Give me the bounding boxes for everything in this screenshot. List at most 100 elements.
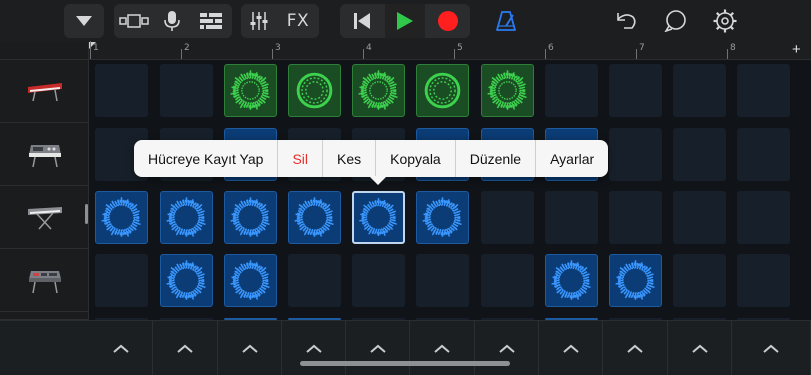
menu-edit[interactable]: Düzenle	[456, 140, 537, 177]
settings-button[interactable]	[707, 4, 743, 38]
track-resize-handle[interactable]	[85, 204, 88, 224]
empty-cell[interactable]	[673, 191, 726, 244]
loop-cell-blue[interactable]	[224, 254, 277, 307]
browser-group	[64, 4, 104, 38]
column-trigger-button[interactable]	[218, 321, 282, 375]
empty-cell[interactable]	[673, 254, 726, 307]
go-to-start-button[interactable]	[342, 4, 382, 38]
menu-settings[interactable]: Ayarlar	[536, 140, 608, 177]
bar-number: 4	[366, 43, 372, 53]
column-trigger-button[interactable]	[475, 321, 539, 375]
loop-waveform-icon	[296, 72, 333, 109]
menu-cut[interactable]: Kes	[323, 140, 377, 177]
empty-cell[interactable]	[609, 191, 662, 244]
grid-view-button[interactable]	[116, 4, 152, 38]
column-trigger-button[interactable]	[668, 321, 732, 375]
tracks-view-button[interactable]	[192, 4, 230, 38]
loop-cell-blue[interactable]	[95, 191, 148, 244]
column-trigger-button[interactable]	[89, 321, 153, 375]
undo-button[interactable]	[608, 4, 644, 38]
bar-tick	[272, 49, 273, 59]
ruler-corner	[0, 42, 88, 60]
column-trigger-strip	[0, 320, 811, 375]
bar-number: 3	[275, 43, 281, 53]
empty-cell[interactable]	[609, 128, 662, 181]
loop-cell-green[interactable]	[481, 64, 534, 117]
column-trigger-button[interactable]	[539, 321, 603, 375]
bar-number: 5	[457, 43, 463, 53]
bar-number: 2	[184, 43, 190, 53]
loop-cell-green[interactable]	[288, 64, 341, 117]
empty-cell[interactable]	[481, 191, 534, 244]
chevron-up-icon	[177, 344, 193, 353]
empty-cell[interactable]	[481, 254, 534, 307]
empty-cell[interactable]	[95, 64, 148, 117]
mixer-button[interactable]	[241, 4, 277, 38]
loop-cell-blue[interactable]	[160, 191, 213, 244]
track-header-synth[interactable]	[0, 123, 89, 186]
loop-cell-green[interactable]	[416, 64, 469, 117]
track-header-drum-machine[interactable]	[0, 249, 89, 312]
empty-cell[interactable]	[737, 128, 790, 181]
empty-cell[interactable]	[737, 64, 790, 117]
column-trigger-button[interactable]	[346, 321, 410, 375]
tracks-view-icon	[200, 13, 222, 29]
browser-toggle-button[interactable]	[64, 4, 104, 38]
column-trigger-button[interactable]	[410, 321, 475, 375]
empty-cell[interactable]	[288, 254, 341, 307]
record-button[interactable]	[428, 4, 468, 38]
timeline-ruler[interactable]: 1 2 3 4 5 6 7 8 +	[89, 41, 811, 60]
loop-cell-blue[interactable]	[416, 191, 469, 244]
fx-label: FX	[286, 11, 310, 31]
loop-waveform-icon	[551, 260, 591, 300]
play-button[interactable]	[385, 4, 425, 38]
chevron-up-icon	[763, 344, 779, 353]
loop-cell-blue[interactable]	[160, 254, 213, 307]
column-trigger-button[interactable]	[282, 321, 346, 375]
empty-cell[interactable]	[545, 191, 598, 244]
empty-cell[interactable]	[160, 64, 213, 117]
track-header-keyboard[interactable]	[0, 60, 89, 123]
bar-number: 7	[639, 43, 645, 53]
fx-button[interactable]: FX	[279, 4, 317, 38]
empty-cell[interactable]	[609, 64, 662, 117]
menu-copy[interactable]: Kopyala	[376, 140, 456, 177]
empty-cell[interactable]	[673, 64, 726, 117]
column-trigger-button[interactable]	[603, 321, 668, 375]
bar-tick	[363, 49, 364, 59]
loop-waveform-icon	[166, 197, 206, 237]
track-header-keyboard-stand[interactable]	[0, 186, 89, 249]
empty-cell[interactable]	[95, 254, 148, 307]
loop-browser-button[interactable]	[658, 4, 694, 38]
column-trigger-button[interactable]	[732, 321, 811, 375]
menu-delete[interactable]: Sil	[278, 140, 323, 177]
bar-number: 6	[548, 43, 554, 53]
empty-cell[interactable]	[737, 254, 790, 307]
loop-cell-green[interactable]	[352, 64, 405, 117]
loop-cell-blue[interactable]	[224, 191, 277, 244]
loop-waveform-icon	[358, 70, 398, 110]
empty-cell[interactable]	[673, 128, 726, 181]
loop-cell-blue[interactable]	[352, 191, 405, 244]
loop-waveform-icon	[101, 197, 141, 237]
column-trigger-button[interactable]	[153, 321, 218, 375]
loop-cell-blue[interactable]	[609, 254, 662, 307]
bar-tick	[727, 49, 728, 59]
bar-tick	[545, 49, 546, 59]
menu-record-into-cell[interactable]: Hücreye Kayıt Yap	[134, 140, 279, 177]
empty-cell[interactable]	[545, 64, 598, 117]
red-keyboard-icon	[27, 83, 62, 102]
loop-cell-blue[interactable]	[545, 254, 598, 307]
empty-cell[interactable]	[737, 191, 790, 244]
synth-icon	[28, 145, 61, 168]
loop-cell-green[interactable]	[224, 64, 277, 117]
empty-cell[interactable]	[416, 254, 469, 307]
add-section-button[interactable]: +	[792, 41, 801, 58]
metronome-button[interactable]	[488, 4, 524, 38]
empty-cell[interactable]	[352, 254, 405, 307]
record-icon	[438, 11, 458, 31]
loop-cell-blue[interactable]	[288, 191, 341, 244]
loop-waveform-icon	[166, 260, 206, 300]
microphone-button[interactable]	[154, 4, 190, 38]
metronome-icon	[496, 11, 516, 31]
